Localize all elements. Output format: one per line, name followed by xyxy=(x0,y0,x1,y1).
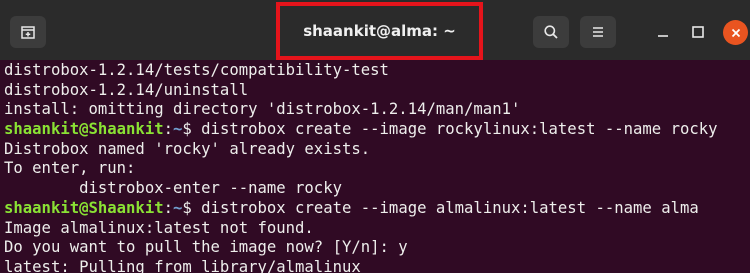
prompt-path: ~ xyxy=(173,198,183,217)
output-line: Distrobox named 'rocky' already exists. xyxy=(4,139,371,158)
prompt-line: shaankit@Shaankit:~$ distrobox create --… xyxy=(4,199,750,219)
search-icon xyxy=(544,25,558,39)
close-button[interactable] xyxy=(723,20,748,45)
command-text: $ distrobox create --image rockylinux:la… xyxy=(182,120,718,139)
prompt-path: ~ xyxy=(173,120,183,139)
output-line: To enter, run: xyxy=(4,159,136,178)
window-title: shaankit@alma: ~ xyxy=(303,22,456,40)
menu-button[interactable] xyxy=(580,16,616,48)
prompt-line: shaankit@Shaankit:~$ distrobox create --… xyxy=(4,120,750,140)
prompt-separator: : xyxy=(163,120,173,139)
new-tab-button[interactable] xyxy=(10,16,46,48)
output-line: distrobox-1.2.14/tests/compatibility-tes… xyxy=(4,61,389,79)
prompt-user-host: shaankit@Shaankit xyxy=(4,198,164,217)
new-tab-icon xyxy=(21,26,35,39)
window-title-highlight: shaankit@alma: ~ xyxy=(276,2,483,60)
close-icon xyxy=(731,28,740,37)
output-line: distrobox-enter --name rocky xyxy=(4,179,342,198)
hamburger-menu-icon xyxy=(593,27,603,37)
prompt-user-host: shaankit@Shaankit xyxy=(4,120,164,139)
search-button[interactable] xyxy=(533,16,569,48)
output-line: Do you want to pull the image now? [Y/n]… xyxy=(4,238,408,257)
terminal-window: shaankit@alma: ~ distrobox-1.2.14/tests/… xyxy=(0,0,750,273)
output-line: distrobox-1.2.14/uninstall xyxy=(4,80,249,99)
maximize-button[interactable] xyxy=(689,23,707,41)
terminal-output[interactable]: distrobox-1.2.14/tests/compatibility-tes… xyxy=(4,60,750,273)
output-line: Image almalinux:latest not found. xyxy=(4,218,314,237)
output-line: latest: Pulling from library/almalinux xyxy=(4,257,361,273)
output-line: install: omitting directory 'distrobox-1… xyxy=(4,100,521,119)
minimize-icon xyxy=(658,35,668,37)
maximize-icon xyxy=(692,26,704,38)
header-bar: shaankit@alma: ~ xyxy=(0,0,750,60)
prompt-separator: : xyxy=(163,198,173,217)
command-text: $ distrobox create --image almalinux:lat… xyxy=(182,198,699,217)
minimize-button[interactable] xyxy=(654,23,672,41)
